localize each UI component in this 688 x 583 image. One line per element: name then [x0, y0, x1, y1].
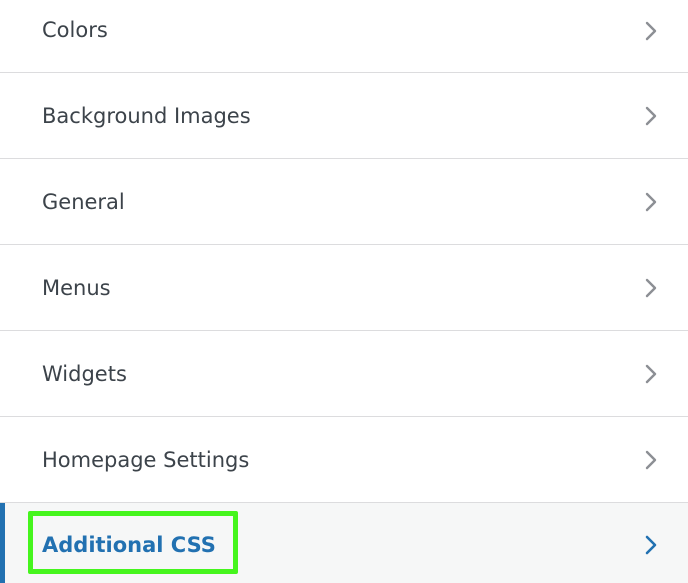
- menu-item-menus[interactable]: Menus: [0, 245, 688, 331]
- menu-item-label: Menus: [42, 276, 111, 300]
- chevron-right-icon: [645, 535, 657, 555]
- menu-item-general[interactable]: General: [0, 159, 688, 245]
- menu-item-homepage-settings[interactable]: Homepage Settings: [0, 417, 688, 503]
- menu-item-label: Background Images: [42, 104, 251, 128]
- chevron-right-icon: [645, 278, 657, 298]
- chevron-right-icon: [645, 21, 657, 41]
- chevron-right-icon: [645, 192, 657, 212]
- highlight-annotation-box: [28, 511, 238, 574]
- chevron-right-icon: [645, 106, 657, 126]
- menu-item-label: Colors: [42, 18, 108, 42]
- active-indicator: [0, 503, 5, 583]
- menu-item-label: Widgets: [42, 362, 127, 386]
- menu-item-colors[interactable]: Colors: [0, 0, 688, 73]
- menu-item-label: Homepage Settings: [42, 448, 250, 472]
- menu-item-background-images[interactable]: Background Images: [0, 73, 688, 159]
- menu-item-widgets[interactable]: Widgets: [0, 331, 688, 417]
- chevron-right-icon: [645, 450, 657, 470]
- chevron-right-icon: [645, 364, 657, 384]
- menu-item-label: General: [42, 190, 125, 214]
- customizer-panel: Colors Background Images General Menus W…: [0, 0, 688, 583]
